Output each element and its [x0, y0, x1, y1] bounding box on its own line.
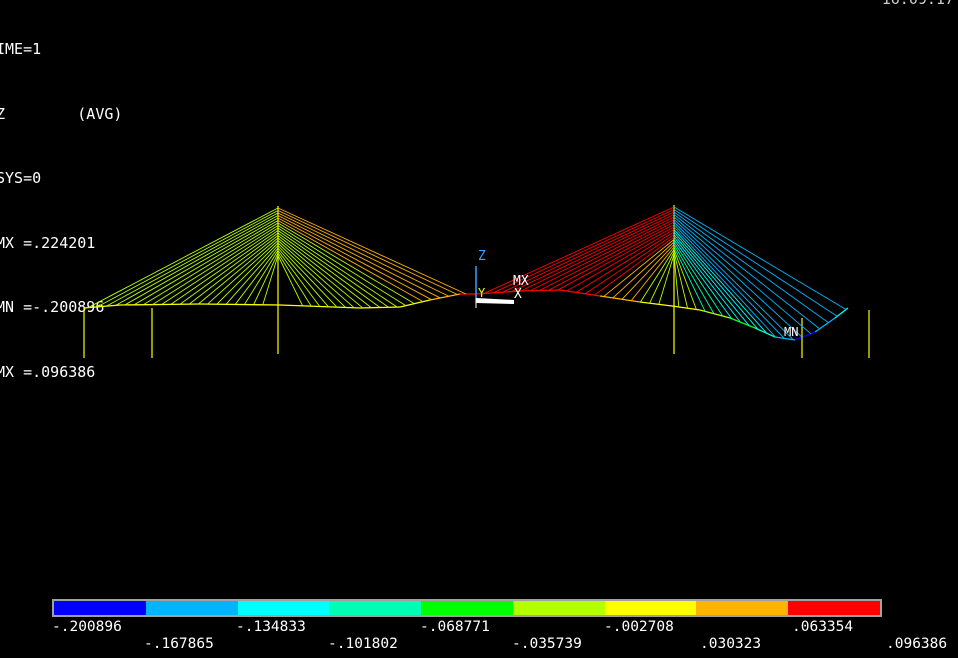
- stay-cable: [673, 221, 794, 341]
- legend-label-1: -.200896: [52, 619, 122, 635]
- stay-cable: [133, 220, 279, 306]
- contour-legend-bar: [52, 599, 882, 617]
- triad-x-label: X: [514, 287, 522, 302]
- legend-band-9: [788, 601, 881, 615]
- stay-cable: [216, 242, 279, 305]
- legend-label-5: -.068771: [420, 619, 490, 635]
- stay-cable: [277, 240, 355, 309]
- legend-band-5: [421, 601, 513, 615]
- stay-cable: [277, 222, 415, 305]
- stay-cable: [277, 217, 432, 301]
- legend-label-7: -.002708: [604, 619, 674, 635]
- stay-cable: [621, 244, 675, 300]
- min-marker-label: MN: [784, 325, 798, 339]
- legend-band-8: [696, 601, 789, 615]
- stay-cable: [548, 224, 675, 291]
- legend-label-2: -.167865: [144, 636, 214, 652]
- legend-label-9: .063354: [792, 619, 854, 635]
- stay-cable: [630, 246, 675, 301]
- stay-cable: [179, 232, 279, 305]
- graphics-viewport[interactable]: Z Y X MX MN: [0, 0, 958, 658]
- legend-label-8: .030323: [700, 636, 762, 652]
- deck-segment: [639, 301, 673, 307]
- deck-segment: [279, 304, 361, 309]
- deck-segment: [559, 289, 601, 297]
- legend-label-6: -.035739: [512, 636, 582, 652]
- stay-cable: [511, 214, 675, 292]
- stay-cable: [673, 216, 812, 335]
- legend-label-3: -.134833: [236, 619, 306, 635]
- stay-cable: [188, 235, 279, 305]
- stay-cable: [529, 219, 675, 292]
- legend-band-2: [145, 601, 238, 615]
- deck-segment: [729, 317, 756, 329]
- stay-cable: [277, 220, 424, 303]
- legend-band-4: [329, 601, 422, 615]
- stay-cable: [253, 252, 279, 305]
- stay-cable: [277, 212, 449, 297]
- legend-label-4: -.101802: [328, 636, 398, 652]
- legend-band-1: [54, 601, 146, 615]
- stay-cable: [566, 229, 675, 292]
- stay-cable: [673, 209, 838, 317]
- triad-y-label: Y: [478, 286, 486, 300]
- stay-cable: [277, 215, 441, 299]
- legend-band-3: [237, 601, 330, 615]
- max-marker-label: MX: [513, 274, 529, 289]
- stay-cable: [673, 214, 820, 330]
- stay-cable: [277, 227, 398, 308]
- legend-band-7: [604, 601, 697, 615]
- triad-z-label: Z: [478, 249, 486, 264]
- deck-segment: [399, 299, 431, 308]
- deck-segment: [119, 303, 201, 306]
- deck-segment: [699, 309, 731, 319]
- legend-label-10: .096386: [886, 636, 948, 652]
- deck-segment: [199, 303, 281, 306]
- legend-band-6: [512, 601, 605, 615]
